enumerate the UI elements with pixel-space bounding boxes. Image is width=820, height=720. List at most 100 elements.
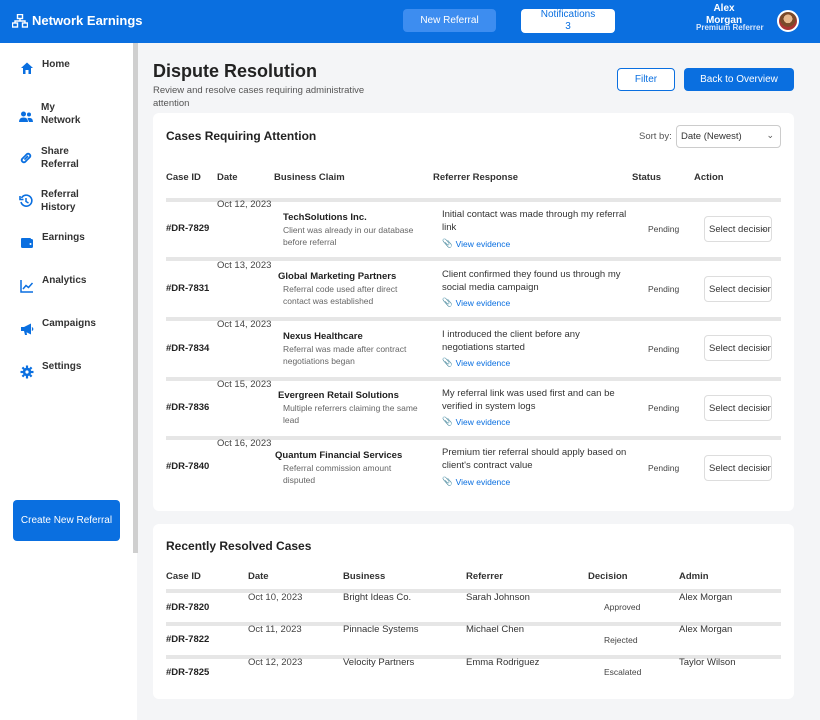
sidebar-item-home[interactable]: Home bbox=[20, 58, 70, 75]
sort-value: Date (Newest) bbox=[681, 131, 742, 142]
sidebar-item-label: Home bbox=[42, 59, 70, 70]
paperclip-icon: 📎 bbox=[442, 297, 453, 307]
case-id: #DR-7840 bbox=[166, 461, 210, 472]
business-claim: Referral code used after direct contact … bbox=[283, 284, 398, 306]
decision-badge: Escalated bbox=[604, 667, 642, 677]
case-id: #DR-7831 bbox=[166, 283, 210, 294]
paperclip-icon: 📎 bbox=[442, 416, 453, 426]
resolved-referrer: Michael Chen bbox=[466, 624, 525, 635]
col-business: Business bbox=[343, 571, 386, 582]
view-evidence-link[interactable]: 📎 View evidence bbox=[442, 297, 510, 308]
users-icon bbox=[19, 111, 33, 122]
filter-button[interactable]: Filter bbox=[617, 68, 675, 91]
business-claim: Referral commission amount disputed bbox=[283, 463, 392, 485]
business-claim: Referral was made after contract negotia… bbox=[283, 344, 407, 366]
chevron-down-icon: ⌄ bbox=[760, 463, 767, 472]
resolved-business: Pinnacle Systems bbox=[343, 624, 419, 635]
link-icon bbox=[20, 152, 32, 164]
case-id: #DR-7829 bbox=[166, 223, 210, 234]
avatar[interactable] bbox=[777, 10, 799, 32]
decision-select[interactable]: Select decision ⌄ bbox=[704, 455, 772, 481]
notifications-count: 3 bbox=[565, 21, 571, 32]
sidebar-item-share-referral[interactable]: Share Referral bbox=[19, 145, 91, 171]
chevron-down-icon: ⌄ bbox=[760, 224, 767, 233]
sidebar-item-label: My Network bbox=[41, 102, 81, 126]
view-evidence-link[interactable]: 📎 View evidence bbox=[442, 416, 510, 427]
case-id: #DR-7834 bbox=[166, 343, 210, 354]
decision-select[interactable]: Select decision ⌄ bbox=[704, 395, 772, 421]
chevron-down-icon: ⌄ bbox=[760, 284, 767, 293]
page-title: Dispute Resolution bbox=[153, 61, 318, 81]
resolved-title: Recently Resolved Cases bbox=[166, 539, 312, 553]
resolved-business: Bright Ideas Co. bbox=[343, 592, 412, 603]
resolved-admin: Alex Morgan bbox=[679, 592, 733, 603]
col-referrer-response: Referrer Response bbox=[433, 172, 519, 183]
sidebar-item-earnings[interactable]: Earnings bbox=[20, 231, 85, 250]
back-to-overview-button[interactable]: Back to Overview bbox=[684, 68, 794, 91]
sidebar-item-label: Settings bbox=[42, 361, 82, 372]
sidebar-item-campaigns[interactable]: Campaigns bbox=[20, 317, 96, 336]
case-id: #DR-7825 bbox=[166, 667, 210, 678]
case-date: Oct 15, 2023 bbox=[217, 379, 272, 390]
business-name: Quantum Financial Services bbox=[275, 450, 403, 461]
megaphone-icon bbox=[21, 323, 34, 335]
chevron-down-icon: ⌄ bbox=[760, 403, 767, 412]
status-badge: Pending bbox=[648, 403, 680, 413]
sidebar-item-label: Earnings bbox=[42, 232, 85, 243]
resolved-admin: Taylor Wilson bbox=[679, 657, 736, 668]
view-evidence-link[interactable]: 📎 View evidence bbox=[442, 476, 510, 487]
brand-logo[interactable]: Network Earnings bbox=[12, 13, 143, 28]
decision-select[interactable]: Select decision ⌄ bbox=[704, 335, 772, 361]
sort-select[interactable]: Date (Newest) ⌄ bbox=[676, 125, 781, 148]
status-badge: Pending bbox=[648, 463, 680, 473]
top-header: Network Earnings New Referral Notificati… bbox=[0, 0, 820, 43]
referrer-response: Premium tier referral should apply based… bbox=[442, 447, 627, 471]
sidebar-item-my-network[interactable]: My Network bbox=[19, 101, 91, 127]
sidebar-scrollbar[interactable] bbox=[133, 43, 138, 553]
create-new-referral-button[interactable]: Create New Referral bbox=[13, 500, 120, 541]
notifications-button[interactable]: Notifications 3 bbox=[521, 9, 615, 33]
sidebar-item-analytics[interactable]: Analytics bbox=[20, 274, 86, 293]
resolved-admin: Alex Morgan bbox=[679, 624, 733, 635]
col-status: Status bbox=[632, 172, 662, 183]
history-icon bbox=[19, 194, 33, 207]
business-name: Global Marketing Partners bbox=[278, 271, 397, 282]
evidence-label: View evidence bbox=[455, 357, 511, 368]
user-first-name: Alex bbox=[713, 3, 735, 14]
referrer-response: Client confirmed they found us through m… bbox=[442, 269, 621, 293]
case-id: #DR-7836 bbox=[166, 402, 210, 413]
resolved-date: Oct 11, 2023 bbox=[248, 624, 302, 635]
wallet-icon bbox=[21, 238, 33, 248]
status-badge: Pending bbox=[648, 284, 680, 294]
view-evidence-link[interactable]: 📎 View evidence bbox=[442, 238, 510, 249]
attention-card: Cases Requiring Attention Sort by: Date … bbox=[153, 113, 794, 511]
resolved-referrer: Sarah Johnson bbox=[466, 592, 530, 603]
evidence-label: View evidence bbox=[455, 238, 511, 249]
brand-name: Network Earnings bbox=[32, 13, 143, 28]
business-name: Evergreen Retail Solutions bbox=[278, 390, 399, 401]
col-action: Action bbox=[694, 172, 724, 183]
view-evidence-link[interactable]: 📎 View evidence bbox=[442, 357, 510, 368]
status-badge: Pending bbox=[648, 344, 680, 354]
sidebar-item-referral-history[interactable]: Referral History bbox=[19, 188, 91, 214]
chevron-down-icon: ⌄ bbox=[760, 343, 767, 352]
resolved-referrer: Emma Rodriguez bbox=[466, 657, 540, 668]
sidebar-item-label: Analytics bbox=[42, 275, 87, 286]
col-date: Date bbox=[248, 571, 269, 582]
decision-select[interactable]: Select decision ⌄ bbox=[704, 276, 772, 302]
col-referrer: Referrer bbox=[466, 571, 503, 582]
referrer-response: Initial contact was made through my refe… bbox=[442, 209, 627, 233]
new-referral-button[interactable]: New Referral bbox=[403, 9, 496, 32]
paperclip-icon: 📎 bbox=[442, 238, 453, 248]
sidebar-item-settings[interactable]: Settings bbox=[20, 360, 81, 379]
sidebar-item-label: Campaigns bbox=[42, 318, 96, 329]
resolved-card: Recently Resolved Cases Case ID Date Bus… bbox=[153, 524, 794, 699]
business-name: TechSolutions Inc. bbox=[283, 212, 367, 223]
status-badge: Pending bbox=[648, 224, 680, 234]
sidebar-item-label: Referral History bbox=[41, 189, 79, 213]
business-name: Nexus Healthcare bbox=[283, 331, 363, 342]
case-id: #DR-7820 bbox=[166, 602, 210, 613]
decision-badge: Approved bbox=[604, 602, 641, 612]
col-business-claim: Business Claim bbox=[274, 172, 345, 183]
decision-select[interactable]: Select decision ⌄ bbox=[704, 216, 772, 242]
